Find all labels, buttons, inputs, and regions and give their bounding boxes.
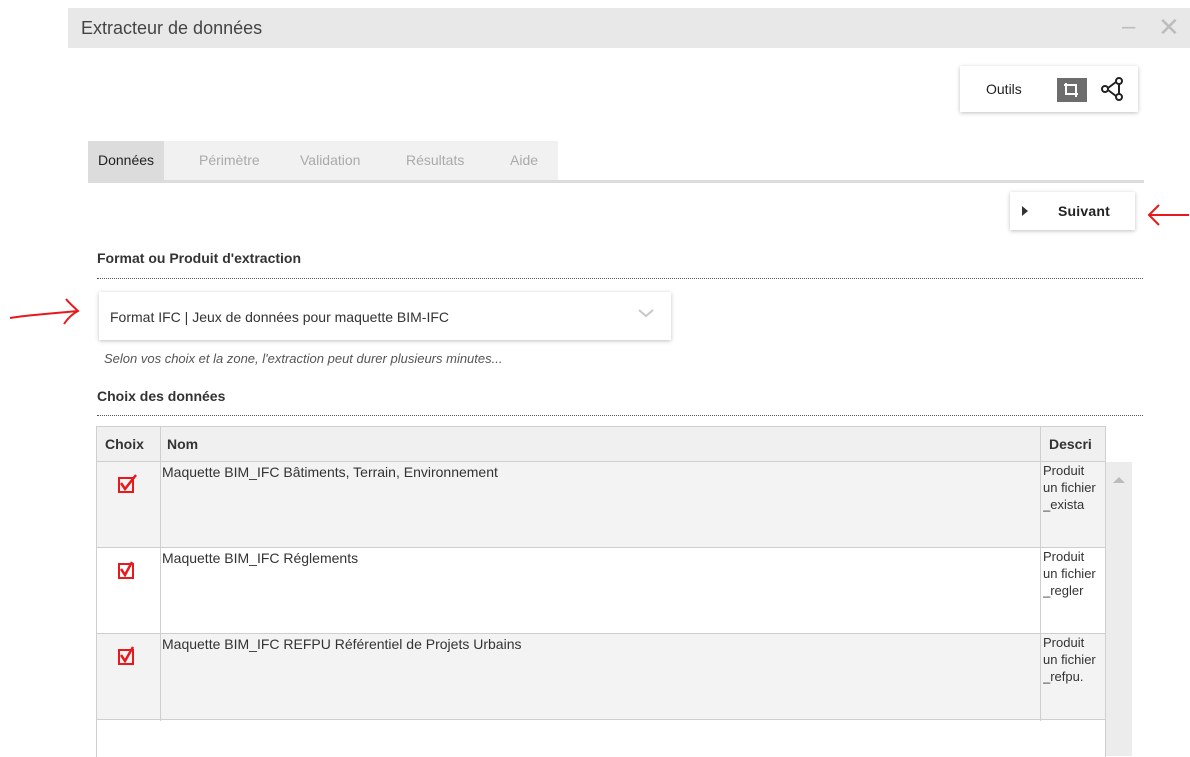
row-name: Maquette BIM_IFC Bâtiments, Terrain, Env… [162, 464, 498, 480]
row-description: Produit un fichier _exista [1043, 463, 1096, 512]
table-row[interactable]: Maquette BIM_IFC Réglements Produit un f… [97, 548, 1105, 634]
scrollbar-track[interactable] [1104, 462, 1132, 756]
checkbox-checked-icon[interactable] [117, 474, 137, 494]
grid-header: Choix Nom Descri [97, 427, 1105, 462]
checkbox-checked-icon[interactable] [117, 646, 137, 666]
tab-bar: Données Périmètre Validation Résultats A… [88, 141, 1144, 183]
divider [97, 278, 1143, 279]
play-icon [1022, 206, 1028, 216]
column-divider [1040, 427, 1041, 721]
minimize-icon[interactable]: – [1122, 14, 1135, 40]
format-hint: Selon vos choix et la zone, l'extraction… [104, 351, 503, 366]
next-button[interactable]: Suivant [1010, 192, 1135, 230]
tools-label: Outils [986, 81, 1022, 97]
column-header-description[interactable]: Descri [1049, 427, 1105, 461]
tab-resultats[interactable]: Résultats [406, 141, 464, 180]
row-name: Maquette BIM_IFC Réglements [162, 550, 359, 566]
annotation-arrow-right-icon [9, 298, 80, 325]
tab-perimetre[interactable]: Périmètre [199, 141, 260, 180]
scroll-up-icon[interactable] [1113, 477, 1125, 483]
row-name: Maquette BIM_IFC REFPU Référentiel de Pr… [162, 636, 522, 652]
data-grid: Choix Nom Descri Maquette BIM_IFC Bâtime… [96, 426, 1106, 757]
format-select[interactable]: Format IFC | Jeux de données pour maquet… [99, 292, 671, 340]
column-divider [160, 427, 161, 721]
column-header-nom[interactable]: Nom [167, 427, 198, 461]
tab-aide[interactable]: Aide [510, 141, 538, 180]
data-section-title: Choix des données [97, 388, 226, 404]
window-title: Extracteur de données [81, 18, 263, 38]
checkbox-checked-icon[interactable] [117, 560, 137, 580]
table-row[interactable]: Maquette BIM_IFC REFPU Référentiel de Pr… [97, 634, 1105, 720]
close-icon[interactable]: ✕ [1158, 14, 1180, 40]
table-row[interactable]: Maquette BIM_IFC Bâtiments, Terrain, Env… [97, 462, 1105, 548]
tab-donnees[interactable]: Données [88, 141, 165, 180]
share-icon[interactable] [1099, 76, 1125, 102]
chevron-down-icon [638, 309, 654, 318]
format-select-value: Format IFC | Jeux de données pour maquet… [110, 309, 450, 325]
annotation-arrow-left-icon [1147, 204, 1189, 226]
tools-panel: Outils [960, 66, 1138, 112]
tab-validation[interactable]: Validation [300, 141, 360, 180]
column-header-choix[interactable]: Choix [105, 427, 144, 461]
next-button-label: Suivant [1058, 203, 1110, 219]
crop-icon[interactable] [1057, 78, 1087, 102]
divider [97, 415, 1143, 416]
format-section-title: Format ou Produit d'extraction [97, 250, 302, 266]
window-titlebar: Extracteur de données – ✕ [68, 8, 1190, 48]
row-description: Produit un fichier _regler [1043, 549, 1096, 598]
row-description: Produit un fichier _refpu. [1043, 635, 1096, 684]
